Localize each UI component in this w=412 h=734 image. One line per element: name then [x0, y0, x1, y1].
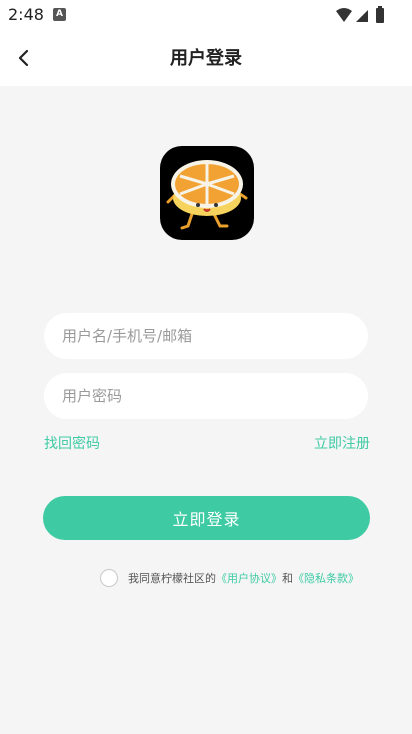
- status-time: 2:48: [8, 5, 44, 24]
- header: 用户登录: [0, 30, 412, 86]
- notification-app-icon: A: [53, 8, 66, 21]
- user-agreement-link[interactable]: 《用户协议》: [216, 572, 282, 585]
- username-input[interactable]: [60, 326, 352, 346]
- password-input[interactable]: [60, 386, 352, 406]
- signal-icon: [356, 10, 368, 22]
- login-button[interactable]: 立即登录: [43, 496, 370, 540]
- lemon-mascot-icon: [166, 160, 248, 230]
- username-field[interactable]: [44, 313, 368, 359]
- privacy-policy-link[interactable]: 《隐私条款》: [293, 572, 359, 585]
- battery-icon: [376, 6, 384, 23]
- app-logo: [160, 146, 254, 240]
- agreement-conjunction: 和: [282, 572, 293, 585]
- status-indicators: [334, 6, 404, 24]
- page-title: 用户登录: [170, 48, 242, 69]
- agreement-checkbox[interactable]: [100, 569, 118, 587]
- status-bar: 2:48 A: [0, 0, 412, 30]
- agreement-text: 我同意柠檬社区的《用户协议》和《隐私条款》: [128, 570, 359, 586]
- register-link[interactable]: 立即注册: [314, 433, 370, 453]
- agreement-row: 我同意柠檬社区的《用户协议》和《隐私条款》: [100, 569, 359, 587]
- password-field[interactable]: [44, 373, 368, 419]
- agreement-prefix: 我同意柠檬社区的: [128, 572, 216, 585]
- forgot-password-link[interactable]: 找回密码: [44, 433, 100, 453]
- wifi-icon: [336, 8, 352, 22]
